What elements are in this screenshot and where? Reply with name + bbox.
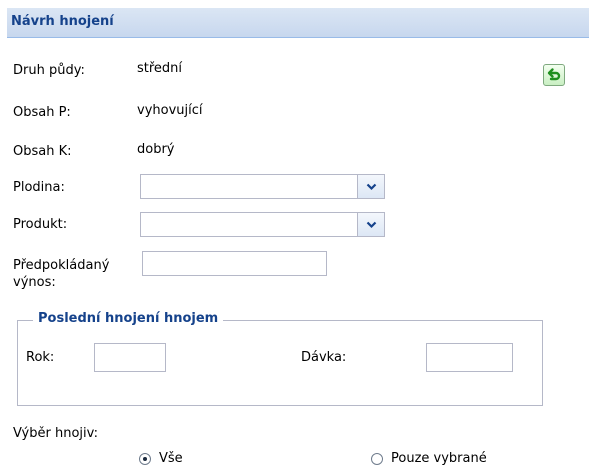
dose-input[interactable] bbox=[426, 343, 513, 372]
yield-label-line2: výnos: bbox=[13, 275, 56, 290]
undo-arrow-icon bbox=[547, 68, 561, 81]
fertilization-panel: Návrh hnojení Druh půdy: střední Obsah P… bbox=[7, 8, 589, 470]
soil-type-label: Druh půdy: bbox=[13, 63, 85, 78]
radio-selected-only[interactable]: Pouze vybrané bbox=[371, 451, 487, 466]
radio-selected-only-label: Pouze vybrané bbox=[391, 451, 487, 466]
last-manure-legend: Poslední hnojení hnojem bbox=[33, 311, 224, 326]
chevron-down-icon bbox=[366, 221, 376, 228]
crop-dropdown-button[interactable] bbox=[357, 175, 384, 198]
product-dropdown-button[interactable] bbox=[357, 213, 384, 236]
product-combo bbox=[140, 212, 385, 237]
panel-title: Návrh hnojení bbox=[11, 14, 114, 29]
chevron-down-icon bbox=[366, 183, 376, 190]
phosphorus-label: Obsah P: bbox=[13, 105, 71, 120]
year-label: Rok: bbox=[26, 350, 55, 365]
crop-input[interactable] bbox=[141, 175, 357, 198]
product-label: Produkt: bbox=[13, 217, 68, 232]
dose-label: Dávka: bbox=[301, 350, 347, 365]
fertilizer-selection-label: Výběr hnojiv: bbox=[13, 426, 98, 441]
phosphorus-value: vyhovující bbox=[137, 103, 203, 118]
panel-header: Návrh hnojení bbox=[7, 8, 589, 38]
yield-label-line1: Předpokládaný bbox=[13, 258, 110, 273]
potassium-label: Obsah K: bbox=[13, 144, 72, 159]
product-input[interactable] bbox=[141, 213, 357, 236]
potassium-value: dobrý bbox=[137, 142, 175, 157]
soil-type-value: střední bbox=[137, 61, 183, 76]
radio-all[interactable]: Vše bbox=[139, 451, 183, 466]
year-input[interactable] bbox=[94, 343, 166, 372]
radio-selected-only-button[interactable] bbox=[371, 452, 383, 465]
back-button[interactable] bbox=[543, 64, 565, 86]
crop-label: Plodina: bbox=[13, 180, 65, 195]
radio-all-label: Vše bbox=[159, 451, 183, 466]
expected-yield-input[interactable] bbox=[142, 251, 327, 276]
radio-all-button[interactable] bbox=[139, 452, 151, 465]
crop-combo bbox=[140, 174, 385, 199]
